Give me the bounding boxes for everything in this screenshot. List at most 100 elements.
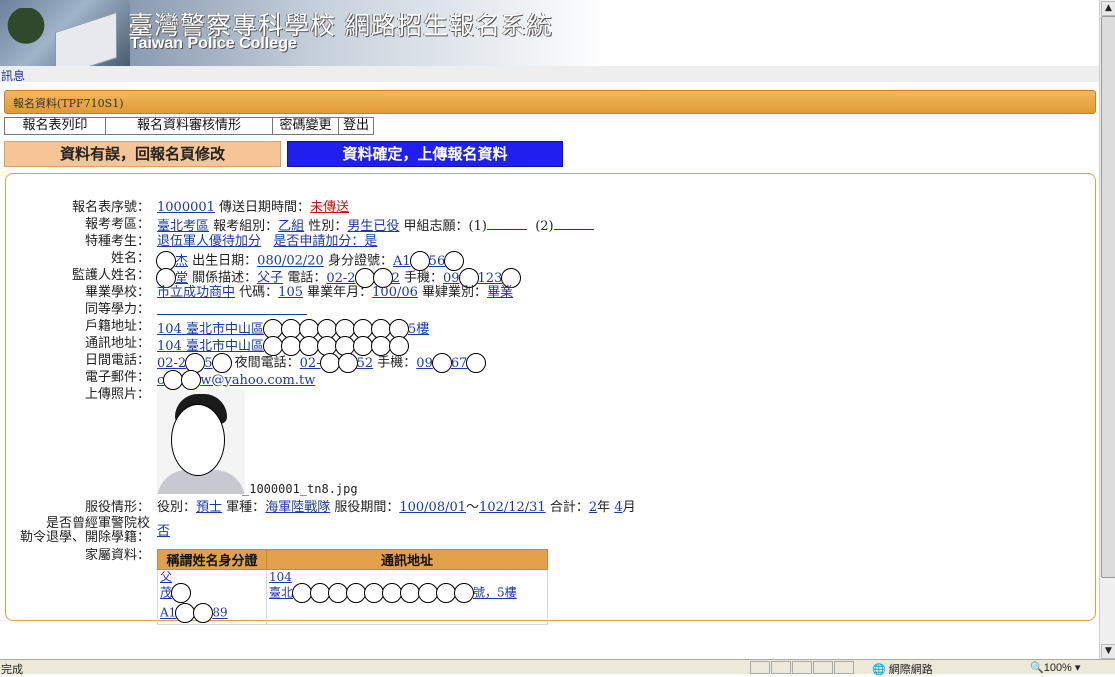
- night-phone-label: 夜間電話：: [234, 355, 300, 371]
- service-role-value[interactable]: 預士: [196, 500, 222, 515]
- family-name[interactable]: 茂: [160, 583, 264, 603]
- redaction-mark: [418, 583, 439, 603]
- redaction-mark: [382, 583, 403, 603]
- message-link[interactable]: 訊息: [1, 67, 25, 84]
- reg-addr-label: 戶籍地址：: [84, 319, 150, 334]
- group-value[interactable]: 乙組: [278, 219, 304, 234]
- browser-status-bar: 完成 🌐 網際網路 🔍100% ▾: [0, 659, 1115, 676]
- exam-area-label: 報考考區：: [84, 217, 150, 232]
- service-period-label: 服役期間：: [334, 500, 400, 515]
- service-branch-value[interactable]: 海軍陸戰隊: [265, 500, 330, 515]
- serial-value[interactable]: 1000001: [157, 200, 215, 215]
- campus-photo: [0, 0, 130, 66]
- guardian-value[interactable]: 堂: [156, 268, 188, 288]
- special-apply[interactable]: 是否申請加分：是: [273, 234, 377, 249]
- redaction-mark: [193, 603, 214, 623]
- day-phone-value[interactable]: 02-2 5: [157, 353, 232, 373]
- menu-review-status[interactable]: 報名資料審核情形: [105, 117, 273, 135]
- family-label: 家屬資料：: [84, 548, 150, 563]
- redaction-mark: [454, 583, 475, 603]
- redaction-mark: [346, 583, 367, 603]
- guardian-label: 監護人姓名：: [71, 268, 150, 283]
- message-bar: 訊息: [0, 66, 1099, 84]
- family-zip[interactable]: 104: [269, 571, 545, 583]
- menu-print-form[interactable]: 報名表列印: [4, 117, 106, 135]
- service-role-label: 役別：: [157, 500, 197, 515]
- browser-viewport: 臺灣警察專科學校 網路招生報名系統 Taiwan Police College …: [0, 0, 1099, 659]
- special-value[interactable]: 退伍軍人優待加分: [157, 234, 261, 249]
- service-branch-label: 軍種：: [226, 500, 266, 515]
- table-row: 父 茂 A1 89 104 臺北 號，5樓: [157, 569, 548, 625]
- mobile-label: 手機：: [403, 270, 443, 286]
- redaction-mark: [171, 404, 225, 476]
- redaction-mark: [436, 583, 457, 603]
- grad-type-label: 畢肄業別：: [422, 285, 488, 300]
- mobile2-label: 手機：: [377, 355, 417, 371]
- wish-label: 甲組志願：: [403, 219, 469, 234]
- family-col-address: 通訊地址: [266, 549, 548, 570]
- exam-area-value[interactable]: 臺北考區: [157, 219, 209, 234]
- service-months[interactable]: 4: [614, 500, 622, 515]
- family-address[interactable]: 臺北 號，5樓: [269, 583, 545, 603]
- grad-value[interactable]: 100/06: [372, 285, 418, 300]
- globe-icon: 🌐: [872, 664, 886, 676]
- service-label: 服役情形：: [84, 500, 150, 515]
- wish-2-blank: [553, 217, 594, 230]
- family-id[interactable]: A1 89: [160, 603, 264, 623]
- vertical-scrollbar[interactable]: ▲ ▼: [1099, 0, 1115, 659]
- fix-data-button[interactable]: 資料有誤，回報名頁修改: [4, 141, 281, 167]
- birth-value[interactable]: 080/02/20: [257, 254, 324, 269]
- section-title: 報名資料(TPF710S1): [13, 97, 124, 110]
- menu-logout[interactable]: 登出: [338, 117, 374, 135]
- email-value[interactable]: c w@yahoo.com.tw: [157, 370, 315, 390]
- gender-value[interactable]: 男生已役: [347, 219, 399, 234]
- service-end[interactable]: 102/12/31: [479, 500, 546, 515]
- site-banner: 臺灣警察專科學校 網路招生報名系統 Taiwan Police College: [0, 0, 1099, 66]
- mail-addr-value[interactable]: 104 臺北市中山區: [157, 336, 409, 356]
- wish-2-label: (2): [535, 219, 554, 234]
- gender-label: 性別：: [308, 219, 348, 234]
- family-relation[interactable]: 父: [160, 571, 264, 583]
- security-zone: 🌐 網際網路: [872, 664, 933, 676]
- mobile-value[interactable]: 09 123: [443, 268, 522, 288]
- relation-value[interactable]: 父子: [257, 271, 283, 286]
- sent-time-value[interactable]: 未傳送: [310, 200, 349, 215]
- redaction-mark: [328, 583, 349, 603]
- night-phone-value[interactable]: 02- 52: [300, 353, 373, 373]
- application-panel: 報名表序號： 1000001 傳送日期時間：未傳送 報考考區： 臺北考區 報考組…: [5, 173, 1096, 625]
- redaction-mark: [175, 603, 196, 623]
- upload-data-button[interactable]: 資料確定，上傳報名資料: [287, 141, 563, 167]
- expel-value[interactable]: 否: [157, 524, 170, 539]
- phone-value[interactable]: 02-2 2: [326, 268, 400, 288]
- function-menu: 報名表列印 報名資料審核情形 密碼變更 登出: [4, 117, 374, 135]
- family-table: 稱謂姓名身分證 通訊地址 父 茂 A1 89 104 臺北 號，5樓: [157, 549, 548, 625]
- code-value[interactable]: 105: [278, 285, 303, 300]
- name-value[interactable]: 杰: [156, 251, 188, 271]
- section-header: 報名資料(TPF710S1): [4, 90, 1096, 114]
- id-value[interactable]: A1 56: [393, 251, 465, 271]
- scroll-thumb[interactable]: [1101, 16, 1115, 578]
- name-label: 姓名：: [110, 251, 150, 266]
- relation-label: 關係描述：: [192, 270, 258, 286]
- grad-type-value[interactable]: 畢業: [487, 285, 513, 300]
- wish-1-label: (1): [468, 219, 487, 234]
- redaction-mark: [171, 583, 192, 603]
- reg-addr-value[interactable]: 104 臺北市中山區 5樓: [157, 319, 429, 339]
- photo-filename: _1000001_tn8.jpg: [242, 482, 358, 496]
- service-years[interactable]: 2: [589, 500, 597, 515]
- id-label: 身分證號：: [327, 253, 393, 269]
- applicant-photo: [157, 390, 245, 494]
- grad-label: 畢業年月：: [307, 285, 373, 300]
- wish-1-blank: [486, 217, 527, 230]
- group-label: 報考組別：: [213, 219, 279, 234]
- menu-change-password[interactable]: 密碼變更: [272, 117, 339, 135]
- service-start[interactable]: 100/08/01: [399, 500, 466, 515]
- mobile2-value[interactable]: 09 67: [416, 353, 487, 373]
- code-label: 代碼：: [239, 285, 279, 300]
- special-label: 特種考生：: [84, 234, 150, 249]
- scroll-up-icon[interactable]: ▲: [1101, 1, 1115, 16]
- school-value[interactable]: 市立成功商中: [157, 285, 235, 300]
- redaction-mark: [292, 583, 313, 603]
- zoom-control[interactable]: 🔍100% ▾: [1030, 661, 1080, 674]
- scroll-down-icon[interactable]: ▼: [1101, 644, 1115, 659]
